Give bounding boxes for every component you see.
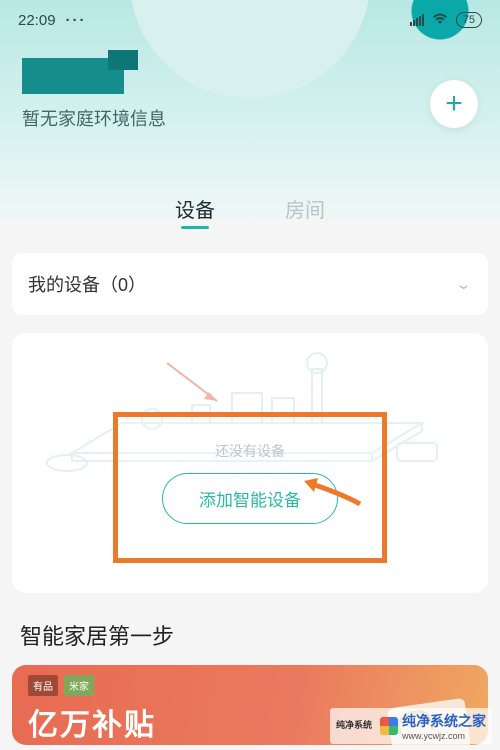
watermark-url: www.ycwjz.com — [402, 731, 486, 741]
my-devices-label: 我的设备（0） — [28, 271, 146, 297]
empty-devices-card: 还没有设备 添加智能设备 — [12, 333, 488, 593]
promo-badges: 有品 米家 — [28, 675, 472, 696]
battery-icon: 75 — [456, 12, 482, 28]
tab-rooms[interactable]: 房间 — [285, 194, 325, 229]
plus-icon: + — [445, 87, 463, 121]
chevron-down-icon: ⌄ — [455, 275, 472, 293]
app-header: 22:09 ··· 75 暂无家庭环境信息 + — [0, 0, 500, 220]
watermark-logo-icon — [380, 717, 398, 735]
add-button[interactable]: + — [430, 80, 478, 128]
watermark: 纯净系统 纯净系统之家 www.ycwjz.com — [330, 708, 492, 744]
status-bar: 22:09 ··· 75 — [18, 0, 482, 36]
arrow-annotation — [302, 476, 362, 506]
wifi-icon — [432, 13, 448, 28]
tab-devices[interactable]: 设备 — [175, 194, 215, 229]
watermark-leftlabel: 纯净系统 — [336, 721, 372, 731]
smart-home-title: 智能家居第一步 — [20, 619, 480, 651]
signal-icon — [410, 14, 424, 26]
tutorial-highlight: 还没有设备 添加智能设备 — [113, 412, 387, 563]
my-devices-row[interactable]: 我的设备（0） ⌄ — [12, 253, 488, 315]
status-time: 22:09 — [18, 12, 56, 29]
main-tabs: 设备 房间 — [0, 194, 500, 243]
status-right: 75 — [410, 12, 482, 28]
status-more-dots: ··· — [66, 12, 87, 29]
no-device-text: 还没有设备 — [215, 441, 285, 461]
badge-mijia: 米家 — [64, 675, 94, 696]
env-info-text: 暂无家庭环境信息 — [22, 105, 166, 131]
user-avatar-pixelated[interactable] — [22, 58, 124, 94]
badge-youpin: 有品 — [28, 675, 58, 696]
watermark-text: 纯净系统之家 — [402, 711, 486, 731]
